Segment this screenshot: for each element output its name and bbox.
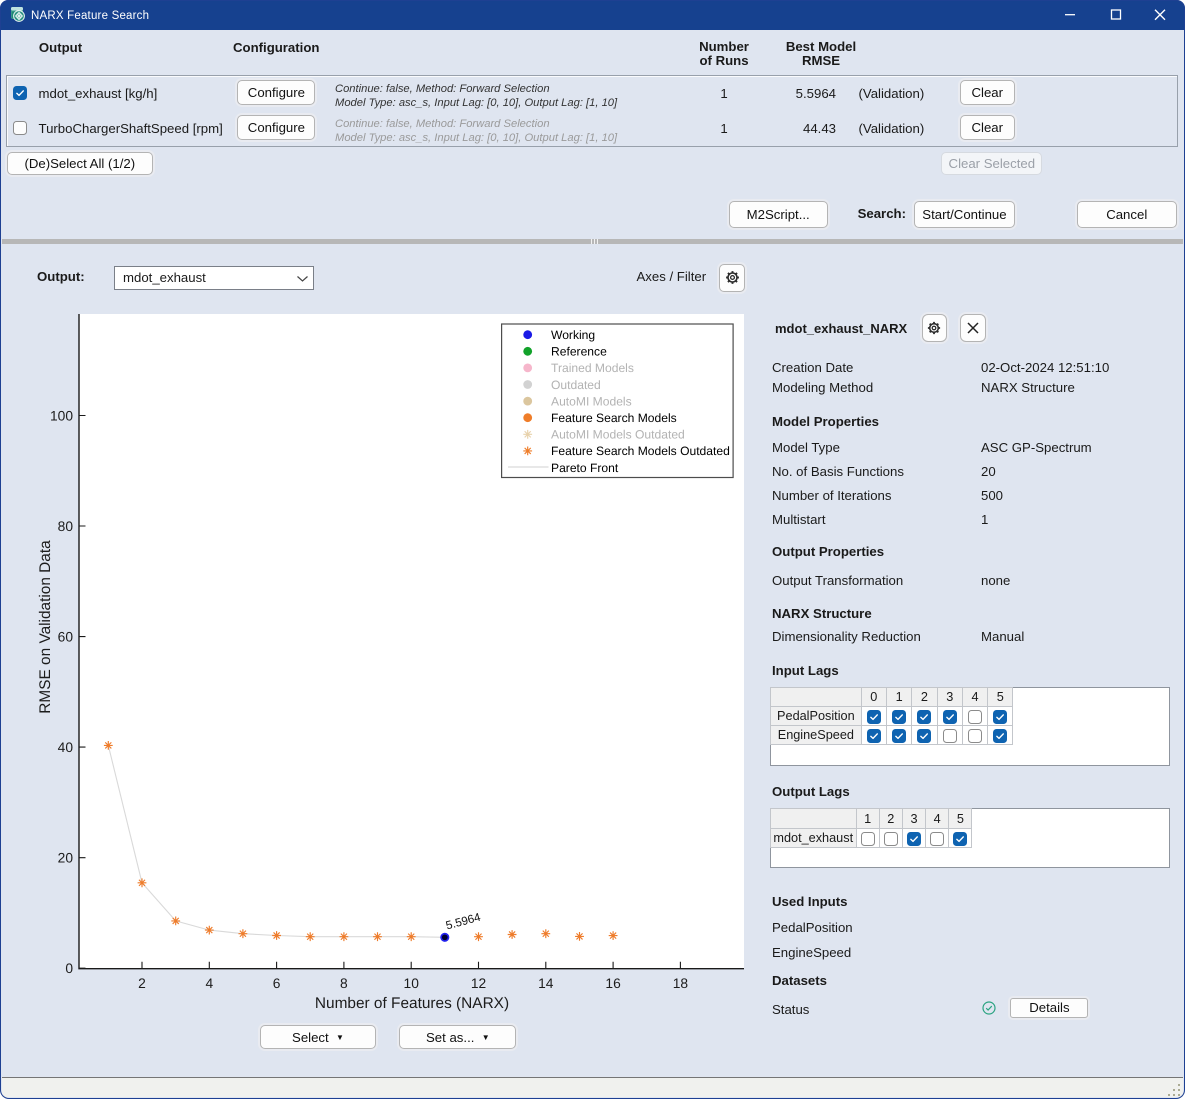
- svg-text:Outdated: Outdated: [551, 378, 601, 392]
- svg-text:100: 100: [50, 408, 73, 423]
- svg-text:60: 60: [58, 629, 74, 644]
- svg-text:AutoMI Models Outdated: AutoMI Models Outdated: [551, 428, 685, 442]
- svg-text:AutoMI Models: AutoMI Models: [551, 394, 632, 408]
- svg-text:16: 16: [605, 976, 621, 991]
- svg-text:0: 0: [65, 961, 73, 976]
- svg-text:4: 4: [205, 976, 213, 991]
- svg-text:Pareto Front: Pareto Front: [551, 461, 619, 475]
- svg-text:Trained Models: Trained Models: [551, 361, 634, 375]
- svg-text:80: 80: [58, 519, 74, 534]
- svg-text:2: 2: [138, 976, 146, 991]
- svg-text:12: 12: [471, 976, 486, 991]
- svg-text:6: 6: [273, 976, 281, 991]
- svg-text:RMSE on Validation Data: RMSE on Validation Data: [37, 540, 54, 714]
- svg-text:Working: Working: [551, 328, 595, 342]
- svg-text:Feature Search Models: Feature Search Models: [551, 411, 677, 425]
- svg-text:40: 40: [58, 740, 74, 755]
- svg-text:Reference: Reference: [551, 345, 607, 359]
- svg-text:10: 10: [404, 976, 420, 991]
- svg-text:Feature Search Models Outdated: Feature Search Models Outdated: [551, 444, 730, 458]
- svg-text:18: 18: [673, 976, 689, 991]
- svg-text:Number of Features (NARX): Number of Features (NARX): [315, 995, 509, 1012]
- svg-text:14: 14: [538, 976, 554, 991]
- svg-text:8: 8: [340, 976, 348, 991]
- svg-text:20: 20: [58, 851, 74, 866]
